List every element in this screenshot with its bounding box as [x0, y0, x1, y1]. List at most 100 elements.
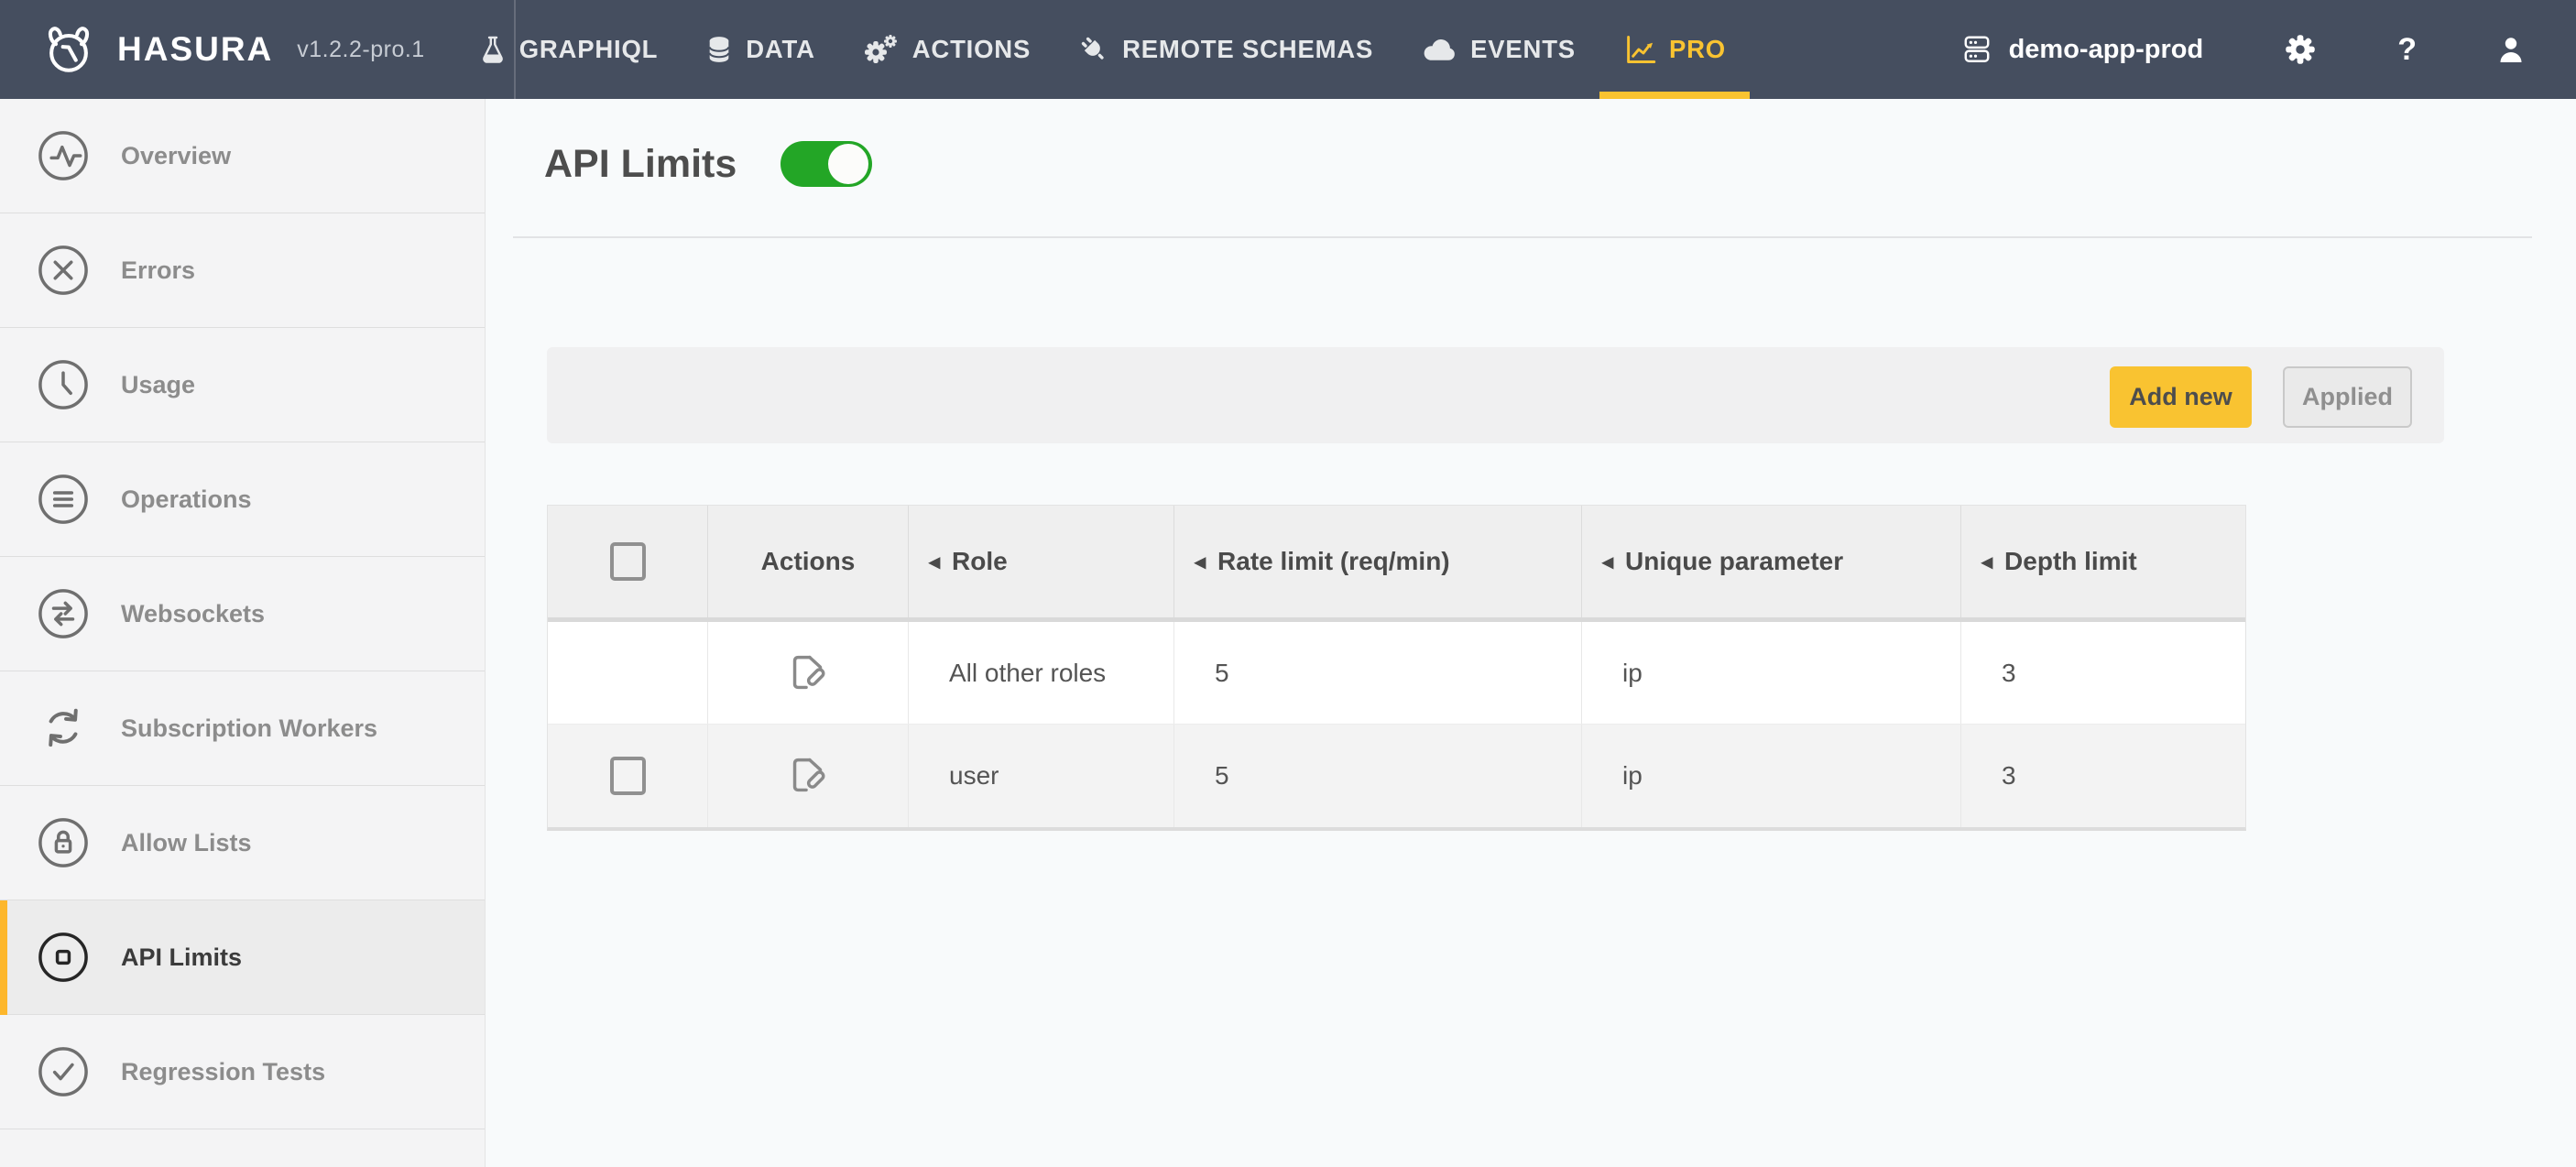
column-header-label: Unique parameter [1625, 547, 1843, 576]
refresh-icon [38, 703, 89, 754]
hasura-logo-icon [40, 21, 97, 78]
column-header-role[interactable]: ◂ Role [909, 506, 1174, 617]
column-header-rate-limit[interactable]: ◂ Rate limit (req/min) [1174, 506, 1582, 617]
sidebar-item-label: Subscription Workers [121, 714, 377, 743]
nav-item-label: ACTIONS [912, 35, 1031, 64]
select-cell [548, 622, 708, 724]
check-circle-icon [38, 1046, 89, 1097]
applied-button[interactable]: Applied [2283, 366, 2412, 428]
sidebar-item-api-limits[interactable]: API Limits [0, 900, 485, 1015]
toggle-knob [828, 144, 868, 184]
nav-item-graphiql[interactable]: GRAPHIQL [455, 0, 682, 99]
sidebar-item-allow-lists[interactable]: Allow Lists [0, 786, 485, 900]
project-switcher[interactable]: demo-app-prod [1961, 34, 2204, 65]
title-divider [513, 236, 2532, 238]
gears-icon [863, 34, 900, 65]
x-circle-icon [38, 245, 89, 296]
sort-caret-icon[interactable]: ◂ [1602, 549, 1613, 575]
nav-item-label: DATA [746, 35, 815, 64]
nav-item-events[interactable]: EVENTS [1397, 0, 1599, 99]
nav-item-remote-schemas[interactable]: REMOTE SCHEMAS [1054, 0, 1397, 99]
table-row: user 5 ip 3 [548, 725, 2245, 827]
user-icon[interactable] [2497, 35, 2525, 64]
column-header-label: Rate limit (req/min) [1217, 547, 1450, 576]
role-cell: user [909, 725, 1174, 827]
rate-limit-cell: 5 [1174, 725, 1582, 827]
arrows-circle-icon [38, 588, 89, 639]
project-name: demo-app-prod [2009, 35, 2204, 65]
brand-version: v1.2.2-pro.1 [297, 37, 424, 63]
actions-cell [708, 725, 909, 827]
nav-item-label: PRO [1669, 35, 1726, 64]
api-limits-toggle[interactable] [780, 141, 872, 187]
sidebar-item-label: Overview [121, 142, 231, 170]
sort-caret-icon[interactable]: ◂ [929, 549, 940, 575]
pro-active-underline [1599, 92, 1750, 99]
sidebar-item-label: Websockets [121, 600, 265, 628]
sidebar-item-subscription-workers[interactable]: Subscription Workers [0, 671, 485, 786]
help-icon[interactable]: ? [2397, 32, 2417, 68]
sidebar-item-label: Regression Tests [121, 1058, 325, 1086]
nav-item-pro[interactable]: PRO [1599, 0, 1750, 99]
square-circle-icon [38, 932, 89, 983]
row-checkbox[interactable] [610, 757, 646, 795]
main-nav: GRAPHIQL DATA [455, 0, 1750, 99]
table-toolbar: Add new Applied [547, 347, 2444, 443]
sort-caret-icon[interactable]: ◂ [1195, 549, 1206, 575]
activity-circle-icon [38, 130, 89, 181]
add-new-button[interactable]: Add new [2110, 366, 2252, 428]
brand[interactable]: HASURA v1.2.2-pro.1 [40, 21, 425, 78]
column-header-label: Depth limit [2004, 547, 2137, 576]
depth-limit-cell: 3 [1961, 725, 2245, 827]
sidebar-item-overview[interactable]: Overview [0, 99, 485, 213]
brand-name: HASURA [117, 30, 273, 69]
role-cell: All other roles [909, 622, 1174, 724]
sort-caret-icon[interactable]: ◂ [1981, 549, 1992, 575]
depth-limit-cell: 3 [1961, 622, 2245, 724]
flask-icon [479, 35, 507, 64]
rate-limit-cell: 5 [1174, 622, 1582, 724]
lock-circle-icon [38, 817, 89, 868]
sidebar: Overview Errors Usage Operations [0, 99, 486, 1167]
select-cell [548, 725, 708, 827]
table-row: All other roles 5 ip 3 [548, 622, 2245, 725]
cloud-icon [1421, 36, 1457, 63]
nav-item-actions[interactable]: ACTIONS [839, 0, 1054, 99]
select-all-checkbox[interactable] [610, 542, 646, 581]
sidebar-item-websockets[interactable]: Websockets [0, 557, 485, 671]
column-header-unique-parameter[interactable]: ◂ Unique parameter [1582, 506, 1961, 617]
page-title: API Limits [544, 139, 737, 189]
sidebar-item-label: Errors [121, 256, 195, 285]
chart-line-icon [1623, 33, 1656, 66]
sidebar-item-operations[interactable]: Operations [0, 442, 485, 557]
nav-item-label: EVENTS [1470, 35, 1576, 64]
sidebar-item-errors[interactable]: Errors [0, 213, 485, 328]
sidebar-item-label: Allow Lists [121, 829, 252, 857]
sidebar-item-label: API Limits [121, 943, 242, 972]
sidebar-item-label: Operations [121, 485, 252, 514]
select-all-header-cell [548, 506, 708, 617]
column-header-depth-limit[interactable]: ◂ Depth limit [1961, 506, 2245, 617]
list-circle-icon [38, 474, 89, 525]
nav-item-data[interactable]: DATA [682, 0, 839, 99]
navbar-right: demo-app-prod ? [1961, 32, 2525, 68]
clock-circle-icon [38, 359, 89, 410]
active-indicator [0, 900, 7, 1015]
top-navbar: HASURA v1.2.2-pro.1 GRAPHIQL DATA [0, 0, 2576, 99]
database-icon [705, 34, 733, 65]
edit-row-button[interactable] [783, 649, 833, 698]
settings-gear-icon[interactable] [2284, 33, 2317, 66]
sidebar-item-label: Usage [121, 371, 195, 399]
table-header-row: Actions ◂ Role ◂ Rate limit (req/min) ◂ … [548, 506, 2245, 622]
sidebar-item-usage[interactable]: Usage [0, 328, 485, 442]
api-limits-table: Actions ◂ Role ◂ Rate limit (req/min) ◂ … [547, 505, 2246, 831]
column-header-label: Role [952, 547, 1008, 576]
actions-cell [708, 622, 909, 724]
plug-icon [1078, 34, 1109, 65]
edit-row-button[interactable] [783, 751, 833, 801]
column-header-actions: Actions [708, 506, 909, 617]
sidebar-item-regression-tests[interactable]: Regression Tests [0, 1015, 485, 1129]
nav-item-label: REMOTE SCHEMAS [1122, 35, 1373, 64]
unique-parameter-cell: ip [1582, 622, 1961, 724]
title-row: API Limits [486, 99, 2576, 189]
